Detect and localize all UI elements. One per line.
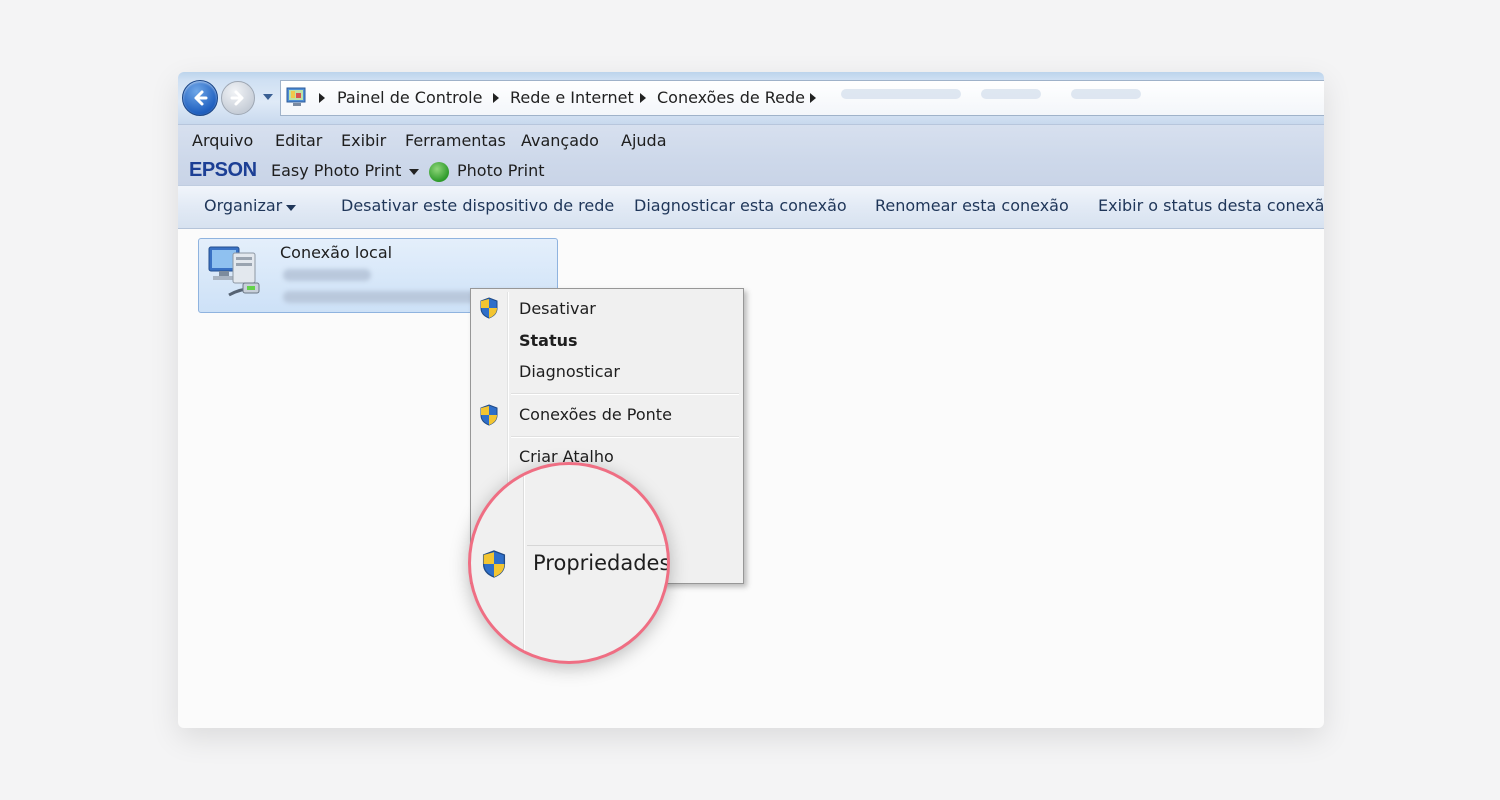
menu-exibir[interactable]: Exibir: [341, 131, 386, 150]
command-bar: Organizar Desativar este dispositivo de …: [178, 185, 1324, 229]
magnifier-callout: Propriedades: [468, 462, 670, 664]
menu-avancado[interactable]: Avançado: [521, 131, 599, 150]
view-status-button[interactable]: Exibir o status desta conexão: [1098, 196, 1324, 215]
forward-arrow-icon: [230, 90, 244, 106]
navigation-bar: Painel de Controle Rede e Internet Conex…: [178, 72, 1324, 124]
chevron-down-icon[interactable]: [409, 169, 419, 175]
menu-band: Arquivo Editar Exibir Ferramentas Avança…: [178, 124, 1324, 185]
menu-editar[interactable]: Editar: [275, 131, 322, 150]
network-computer-icon: [208, 246, 260, 297]
control-panel-icon: [286, 87, 306, 106]
menu-gutter: [523, 465, 525, 661]
explorer-window: Painel de Controle Rede e Internet Conex…: [178, 72, 1324, 728]
breadcrumb-separator[interactable]: [640, 93, 646, 103]
connection-title: Conexão local: [280, 243, 393, 262]
menu-ajuda[interactable]: Ajuda: [621, 131, 667, 150]
chevron-down-icon[interactable]: [286, 205, 296, 211]
disable-device-button[interactable]: Desativar este dispositivo de rede: [341, 196, 614, 215]
menu-separator: [511, 393, 739, 395]
uac-shield-icon: [480, 297, 498, 319]
menu-arquivo[interactable]: Arquivo: [192, 131, 253, 150]
uac-shield-icon: [482, 550, 506, 578]
organize-button[interactable]: Organizar: [204, 196, 282, 215]
faded-background-text: [841, 89, 961, 99]
context-item-desativar[interactable]: Desativar: [519, 299, 596, 318]
breadcrumb-conexoes-de-rede[interactable]: Conexões de Rede: [657, 88, 805, 107]
faded-background-text: [1071, 89, 1141, 99]
breadcrumb-painel-de-controle[interactable]: Painel de Controle: [337, 88, 482, 107]
breadcrumb-separator[interactable]: [810, 93, 816, 103]
photo-print-icon[interactable]: [429, 162, 449, 182]
epson-logo: EPSON: [189, 159, 257, 181]
uac-shield-icon: [480, 404, 498, 426]
faded-background-text: [981, 89, 1041, 99]
context-item-status[interactable]: Status: [519, 331, 578, 350]
redacted-network-name: [283, 269, 371, 281]
forward-button[interactable]: [221, 81, 255, 115]
back-button[interactable]: [182, 80, 218, 116]
recent-pages-dropdown[interactable]: [262, 92, 274, 102]
photo-print-button[interactable]: Photo Print: [457, 161, 545, 180]
breadcrumb-separator[interactable]: [493, 93, 499, 103]
easy-photo-print-button[interactable]: Easy Photo Print: [271, 161, 401, 180]
back-arrow-icon: [194, 90, 208, 106]
redacted-adapter-name: [283, 291, 483, 303]
diagnose-connection-button[interactable]: Diagnosticar esta conexão: [634, 196, 847, 215]
rename-connection-button[interactable]: Renomear esta conexão: [875, 196, 1069, 215]
context-item-conexoes-de-ponte[interactable]: Conexões de Ponte: [519, 405, 672, 424]
address-box[interactable]: Painel de Controle Rede e Internet Conex…: [280, 80, 1324, 116]
breadcrumb-separator[interactable]: [319, 93, 325, 103]
menu-separator: [511, 436, 739, 438]
context-item-diagnosticar[interactable]: Diagnosticar: [519, 362, 620, 381]
menu-ferramentas[interactable]: Ferramentas: [405, 131, 506, 150]
breadcrumb-rede-e-internet[interactable]: Rede e Internet: [510, 88, 634, 107]
context-item-propriedades[interactable]: Propriedades: [533, 551, 667, 575]
menu-separator: [527, 545, 667, 546]
